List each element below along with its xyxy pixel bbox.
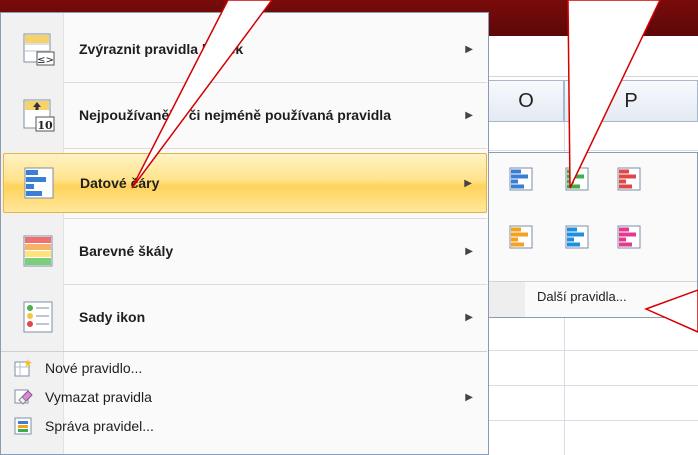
- callout-arrows: [131, 0, 698, 333]
- callout-pointer-more-rules: [643, 289, 698, 333]
- callout-pointer-gallery: [567, 0, 661, 189]
- callout-pointer-data-bars: [131, 0, 273, 189]
